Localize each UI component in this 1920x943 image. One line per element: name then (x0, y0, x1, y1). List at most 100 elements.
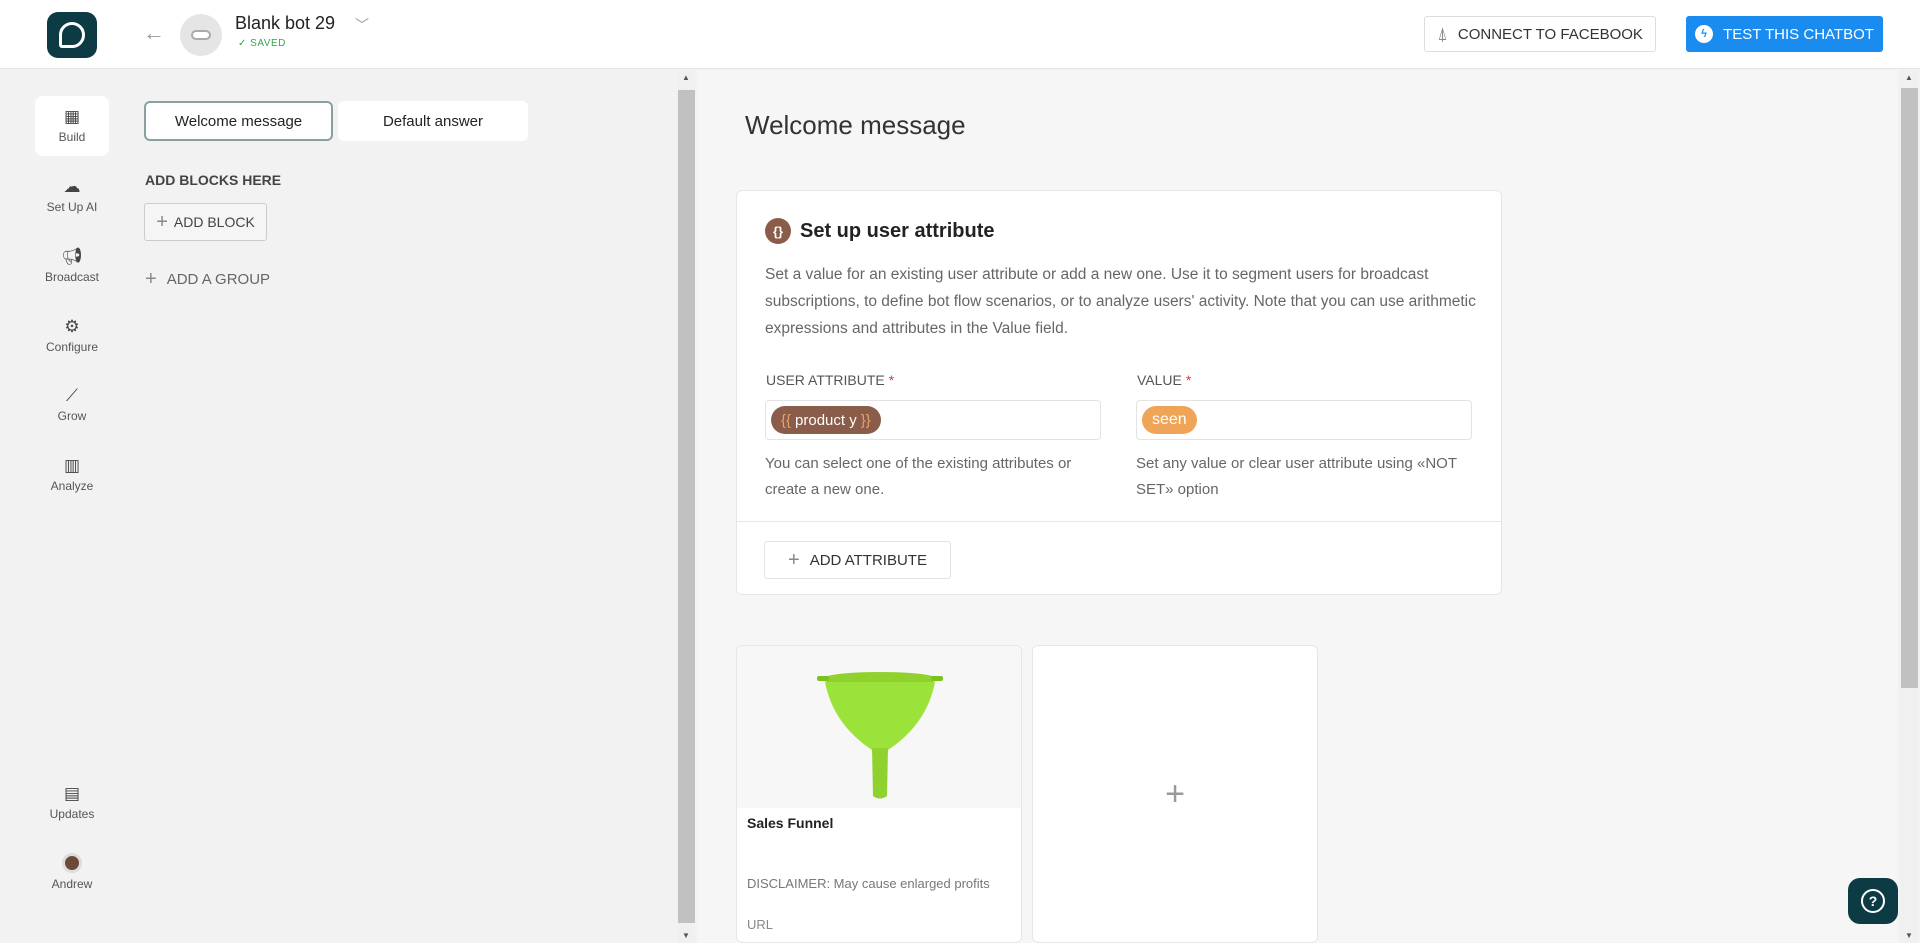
page-title: Welcome message (745, 110, 966, 140)
scroll-up-icon[interactable]: ▲ (682, 73, 690, 82)
attribute-pill-text: product y (795, 411, 857, 429)
check-icon: ✓ (238, 38, 247, 49)
back-arrow-icon[interactable]: ← (143, 20, 165, 46)
connect-facebook-label: CONNECT TO FACEBOOK (1457, 25, 1643, 43)
brain-icon: ☁ (63, 177, 81, 196)
nav-user[interactable]: Andrew (35, 842, 109, 902)
user-attribute-field[interactable]: {{ product y }} (765, 400, 1101, 440)
attribute-pill[interactable]: {{ product y }} (771, 406, 881, 434)
help-button[interactable]: ? (1848, 878, 1898, 924)
user-attribute-label: USER ATTRIBUTE * (766, 372, 894, 388)
funnel-cone (825, 682, 935, 750)
nav-build[interactable]: ▦ Build (35, 96, 109, 156)
app-logo[interactable] (47, 12, 97, 58)
gallery-subtitle[interactable]: DISCLAIMER: May cause enlarged profits (747, 876, 990, 891)
nav-configure[interactable]: ⚙ Configure (35, 306, 109, 366)
gallery-title[interactable]: Sales Funnel (747, 815, 833, 831)
value-label: VALUE * (1137, 372, 1191, 388)
required-mark: * (888, 372, 895, 388)
nav-build-label: Build (58, 130, 86, 144)
user-attribute-card: {} Set up user attribute Set a value for… (736, 190, 1502, 595)
groups-panel: Welcome message Default answer ADD BLOCK… (125, 70, 680, 943)
gallery-image[interactable] (737, 646, 1021, 808)
required-mark: * (1185, 372, 1192, 388)
nav-broadcast-label: Broadcast (44, 270, 100, 284)
nav-grow[interactable]: ⟋ Grow (35, 375, 109, 435)
nav-setup-ai[interactable]: ☁ Set Up AI (35, 166, 109, 226)
nav-user-label: Andrew (51, 877, 93, 891)
card-divider (737, 521, 1501, 522)
user-attribute-hint: You can select one of the existing attri… (765, 455, 1072, 498)
saved-status: ✓ SAVED (238, 38, 286, 49)
rocket-icon: ⍋ (1437, 23, 1448, 44)
main-scrollbar[interactable]: ▲ ▼ (1901, 70, 1918, 943)
nav-setup-ai-label: Set Up AI (46, 200, 98, 214)
robot-icon (191, 30, 211, 40)
test-chatbot-label: TEST THIS CHATBOT (1723, 25, 1874, 43)
connect-facebook-button[interactable]: ⍋ CONNECT TO FACEBOOK (1424, 16, 1656, 52)
value-hint: Set any value or clear user attribute us… (1136, 455, 1457, 498)
messenger-icon: ϟ (1695, 25, 1714, 43)
groups-scrollbar[interactable]: ▲ ▼ (678, 70, 695, 943)
add-blocks-heading: ADD BLOCKS HERE (145, 172, 282, 188)
scroll-down-icon[interactable]: ▼ (682, 931, 690, 940)
funnel-image (817, 672, 943, 799)
add-attribute-button[interactable]: + ADD ATTRIBUTE (764, 541, 951, 579)
card-description: Set a value for an existing user attribu… (765, 266, 1476, 337)
add-group-label: ADD A GROUP (166, 270, 271, 288)
nav-grow-label: Grow (57, 409, 87, 423)
top-bar: ← Blank bot 29 ﹀ ✓ SAVED ⍋ CONNECT TO FA… (0, 0, 1920, 69)
main-scroll-thumb[interactable] (1901, 88, 1918, 688)
add-group-button[interactable]: + ADD A GROUP (145, 269, 270, 289)
chevron-down-icon[interactable]: ﹀ (355, 15, 369, 35)
bot-avatar[interactable] (180, 14, 222, 56)
gear-icon: ⚙ (64, 317, 80, 336)
gallery-url-label[interactable]: URL (747, 917, 773, 932)
nav-configure-label: Configure (45, 340, 99, 354)
tab-default-answer[interactable]: Default answer (338, 101, 528, 141)
scroll-up-icon[interactable]: ▲ (1905, 73, 1913, 82)
nav-broadcast[interactable]: 📢︎ Broadcast (35, 236, 109, 296)
saved-label: SAVED (250, 38, 286, 49)
gallery-card[interactable]: Sales Funnel DISCLAIMER: May cause enlar… (736, 645, 1022, 943)
add-attribute-label: ADD ATTRIBUTE (809, 551, 927, 569)
add-block-label: ADD BLOCK (173, 214, 255, 230)
tab-welcome-message[interactable]: Welcome message (144, 101, 333, 141)
funnel-spout (872, 748, 888, 799)
nav-analyze[interactable]: ▥ Analyze (35, 445, 109, 505)
megaphone-icon: 📢︎ (61, 247, 83, 266)
card-title: Set up user attribute (800, 219, 995, 242)
value-label-text: VALUE (1137, 372, 1182, 388)
close-braces: }} (860, 411, 871, 429)
plus-icon: + (1165, 774, 1185, 813)
add-gallery-card-button[interactable]: + (1032, 645, 1318, 943)
plus-icon: + (156, 211, 168, 233)
nav-updates[interactable]: ▤ Updates (35, 773, 109, 833)
plus-icon: + (145, 268, 157, 290)
main-editor: Welcome message {} Set up user attribute… (698, 70, 1898, 943)
scroll-down-icon[interactable]: ▼ (1905, 931, 1913, 940)
plus-icon: + (788, 549, 800, 571)
bricks-icon: ▦ (63, 107, 81, 126)
trend-up-icon: ⟋ (66, 386, 78, 405)
nav-analyze-label: Analyze (50, 479, 94, 493)
open-braces: {{ (781, 411, 792, 429)
nav-updates-label: Updates (49, 807, 95, 821)
funnel-handle-left (817, 676, 829, 681)
value-pill[interactable]: seen (1142, 406, 1197, 434)
user-avatar (62, 853, 82, 873)
braces-icon: {} (765, 218, 791, 244)
chat-bubble-icon (59, 22, 85, 48)
bot-name[interactable]: Blank bot 29 (235, 13, 335, 34)
bar-chart-icon: ▥ (63, 456, 81, 475)
groups-scroll-thumb[interactable] (678, 90, 695, 923)
test-chatbot-button[interactable]: ϟ TEST THIS CHATBOT (1686, 16, 1883, 52)
left-nav: ▦ Build ☁ Set Up AI 📢︎ Broadcast ⚙ Confi… (0, 70, 125, 943)
question-icon: ? (1861, 889, 1885, 913)
news-icon: ▤ (63, 784, 81, 803)
add-block-button[interactable]: + ADD BLOCK (144, 203, 267, 241)
value-field[interactable]: seen (1136, 400, 1472, 440)
card-header: {} Set up user attribute (765, 218, 994, 244)
user-attribute-label-text: USER ATTRIBUTE (766, 372, 885, 388)
funnel-handle-right (931, 676, 943, 681)
